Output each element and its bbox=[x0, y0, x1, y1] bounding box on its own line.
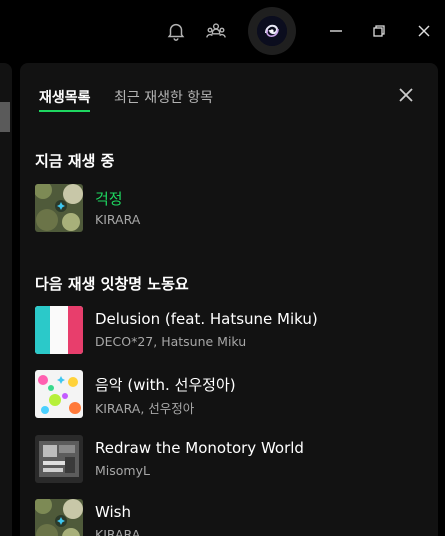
profile-button[interactable] bbox=[248, 7, 296, 55]
album-cover bbox=[35, 370, 83, 418]
close-window-icon[interactable] bbox=[412, 19, 436, 43]
album-cover bbox=[35, 435, 83, 483]
queue-track[interactable]: 음악 (with. 선우정아) KIRARA, 선우정아 bbox=[35, 370, 425, 420]
bell-icon[interactable] bbox=[165, 20, 187, 42]
tab-recently-played[interactable]: 최근 재생한 항목 bbox=[114, 87, 213, 107]
main-view-edge bbox=[0, 63, 12, 536]
track-artist[interactable]: MisomyL bbox=[95, 463, 150, 478]
track-title: Delusion (feat. Hatsune Miku) bbox=[95, 310, 318, 328]
now-playing-heading: 지금 재생 중 bbox=[35, 152, 115, 170]
track-title: 걱정 bbox=[95, 190, 123, 208]
queue-track[interactable]: Redraw the Monotory World MisomyL bbox=[35, 435, 425, 485]
track-artist[interactable]: DECO*27, Hatsune Miku bbox=[95, 334, 246, 349]
next-up-heading: 다음 재생 잇창명 노동요 bbox=[35, 275, 189, 293]
queue-track[interactable]: Wish KIRARA bbox=[35, 499, 425, 536]
close-panel-icon[interactable] bbox=[396, 85, 416, 105]
album-cover bbox=[35, 306, 83, 354]
track-title: Wish bbox=[95, 503, 131, 521]
track-artist[interactable]: KIRARA bbox=[95, 527, 140, 536]
track-artist[interactable]: KIRARA, 선우정아 bbox=[95, 398, 194, 417]
restore-icon[interactable] bbox=[367, 19, 391, 43]
track-artist[interactable]: KIRARA bbox=[95, 212, 140, 227]
queue-track[interactable]: Delusion (feat. Hatsune Miku) DECO*27, H… bbox=[35, 306, 425, 356]
queue-panel: 재생목록 최근 재생한 항목 지금 재생 중 걱정 KIRARA 다음 재생 잇… bbox=[20, 63, 438, 536]
friends-activity-icon[interactable] bbox=[205, 20, 227, 42]
album-cover bbox=[35, 184, 83, 232]
album-cover bbox=[35, 499, 83, 536]
window-title-bar bbox=[0, 0, 445, 64]
avatar bbox=[257, 16, 287, 46]
track-title: 음악 (with. 선우정아) bbox=[95, 376, 236, 394]
active-tab-indicator bbox=[39, 110, 90, 112]
tab-queue[interactable]: 재생목록 bbox=[39, 87, 91, 107]
scrollbar-thumb[interactable] bbox=[0, 102, 10, 132]
minimize-icon[interactable] bbox=[324, 19, 348, 43]
now-playing-track[interactable]: 걱정 KIRARA bbox=[35, 184, 425, 234]
track-title: Redraw the Monotory World bbox=[95, 439, 304, 457]
